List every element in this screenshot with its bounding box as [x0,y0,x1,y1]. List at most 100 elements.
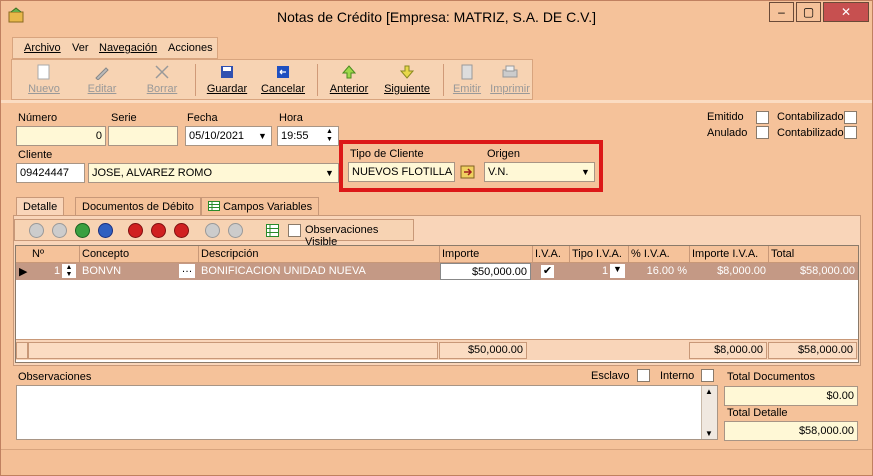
footer-importe: $50,000.00 [439,342,527,359]
editar-button[interactable]: Editar [80,62,124,98]
tab-documentos-label: Documentos de Débito [82,201,194,213]
cell-importe-iva[interactable]: $8,000.00 [692,265,766,277]
cancel-record-icon[interactable] [174,223,189,238]
fecha-picker[interactable]: 05/10/2021 ▼ [185,126,272,146]
contabilizado-checkbox-2[interactable] [844,126,857,139]
arrow-down-icon [399,65,415,79]
tab-campos-variables[interactable]: Campos Variables [201,197,320,217]
cell-importe[interactable]: $50,000.00 [440,263,531,280]
ellipsis-button[interactable]: … [179,264,195,278]
interno-label: Interno [660,370,695,382]
printer-icon [502,65,518,78]
borrar-button[interactable]: Borrar [140,62,184,98]
footer-importe-iva: $8,000.00 [689,342,767,359]
close-button[interactable]: ✕ [823,2,869,22]
delete-record-icon[interactable] [151,223,166,238]
col-importe[interactable]: Importe [442,248,479,260]
imprimir-button[interactable]: Imprimir [489,62,531,98]
toolbar-separator [443,64,444,96]
imprimir-label: Imprimir [490,83,530,95]
esclavo-label: Esclavo [591,370,630,382]
cell-pct-iva[interactable]: 16.00 % [631,265,687,277]
col-total[interactable]: Total [771,248,794,260]
insert-record-icon[interactable] [128,223,143,238]
observaciones-textarea[interactable]: ▲ ▼ [16,385,718,440]
cell-tipo-iva[interactable]: 1 [602,265,608,277]
cell-iva-checkbox[interactable]: ✔ [541,265,554,278]
menu-bar: Archivo Ver Navegación Acciones [12,37,218,59]
last-record-icon[interactable] [98,223,113,238]
footer-cell [28,342,438,359]
footer-cell [16,342,28,359]
emitido-checkbox[interactable] [756,111,769,124]
fecha-label: Fecha [187,112,218,124]
cell-concepto[interactable]: BONVN [82,265,121,277]
grid-footer: $50,000.00 $8,000.00 $58,000.00 [16,339,858,360]
col-iva[interactable]: I.V.A. [535,248,561,260]
chevron-down-icon[interactable]: ▼ [255,128,270,144]
col-importe-iva[interactable]: Importe I.V.A. [692,248,758,260]
total-detalle-field: $58,000.00 [724,421,858,441]
col-pct-iva[interactable]: % I.V.A. [631,248,670,260]
hora-spinner-icon[interactable]: ▲ ▼ [322,128,337,144]
maximize-button[interactable]: ▢ [796,2,821,22]
save-disk-icon [221,66,233,78]
cancel-edit-icon[interactable] [228,223,243,238]
chevron-down-icon[interactable]: ▼ [322,165,337,181]
first-record-icon[interactable] [29,223,44,238]
scroll-up-icon[interactable]: ▲ [705,387,713,396]
col-tipo-iva[interactable]: Tipo I.V.A. [572,248,622,260]
serie-field[interactable] [108,126,178,146]
vertical-scrollbar[interactable]: ▲ ▼ [701,386,717,439]
nuevo-button[interactable]: Nuevo [22,62,66,98]
total-detalle-label: Total Detalle [727,407,788,419]
cliente-code-field[interactable]: 09424447 [16,163,85,183]
table-row[interactable]: ▶ 1 ▲ ▼ BONVN … BONIFICACION UNIDAD NUEVA… [16,263,858,280]
cliente-name-combo[interactable]: JOSE, ALVAREZ ROMO ▼ [88,163,339,183]
hora-field[interactable]: 19:55 ▲ ▼ [277,126,339,146]
interno-checkbox[interactable] [701,369,714,382]
tab-documentos-debito[interactable]: Documentos de Débito [75,197,201,217]
nuevo-label: Nuevo [28,83,60,95]
cell-total[interactable]: $58,000.00 [771,265,855,277]
highlight-box [339,140,603,192]
emitir-label: Emitir [452,83,482,95]
prior-record-icon[interactable] [52,223,67,238]
menu-acciones[interactable]: Acciones [168,42,213,54]
numero-field[interactable]: 0 [16,126,106,146]
obs-visible-checkbox[interactable] [288,224,301,237]
cell-descripcion[interactable]: BONIFICACION UNIDAD NUEVA [201,265,366,277]
siguiente-button[interactable]: Siguiente [381,62,433,98]
scroll-down-icon[interactable]: ▼ [705,429,713,438]
grid-navigator: Observaciones Visible [14,219,414,248]
menu-ver[interactable]: Ver [72,42,89,54]
editar-label: Editar [87,83,117,95]
guardar-label: Guardar [206,83,248,95]
col-n[interactable]: Nº [32,248,44,260]
cancelar-label: Cancelar [260,83,306,95]
table-icon[interactable] [266,224,279,237]
refresh-icon[interactable] [205,223,220,238]
detalle-grid: Nº Concepto Descripción Importe I.V.A. T… [15,245,859,363]
col-separator [689,246,690,263]
emitir-button[interactable]: Emitir [449,62,485,98]
minimize-button[interactable]: – [769,2,794,22]
contabilizado-checkbox[interactable] [844,111,857,124]
fecha-value: 05/10/2021 [189,130,245,142]
esclavo-checkbox[interactable] [637,369,650,382]
chevron-down-icon[interactable]: ▼ [610,264,625,278]
guardar-button[interactable]: Guardar [201,62,253,98]
anulado-checkbox[interactable] [756,126,769,139]
col-descripcion[interactable]: Descripción [201,248,258,260]
status-bar [1,449,872,475]
col-separator [439,246,440,263]
menu-navegacion[interactable]: Navegación [99,42,157,54]
row-indicator-icon: ▶ [19,266,28,278]
col-concepto[interactable]: Concepto [82,248,129,260]
next-record-icon[interactable] [75,223,90,238]
spinner-icon[interactable]: ▲ ▼ [62,264,76,278]
cell-n[interactable]: 1 [54,265,60,277]
anterior-button[interactable]: Anterior [325,62,373,98]
menu-archivo[interactable]: Archivo [24,42,61,54]
cancelar-button[interactable]: Cancelar [255,62,311,98]
